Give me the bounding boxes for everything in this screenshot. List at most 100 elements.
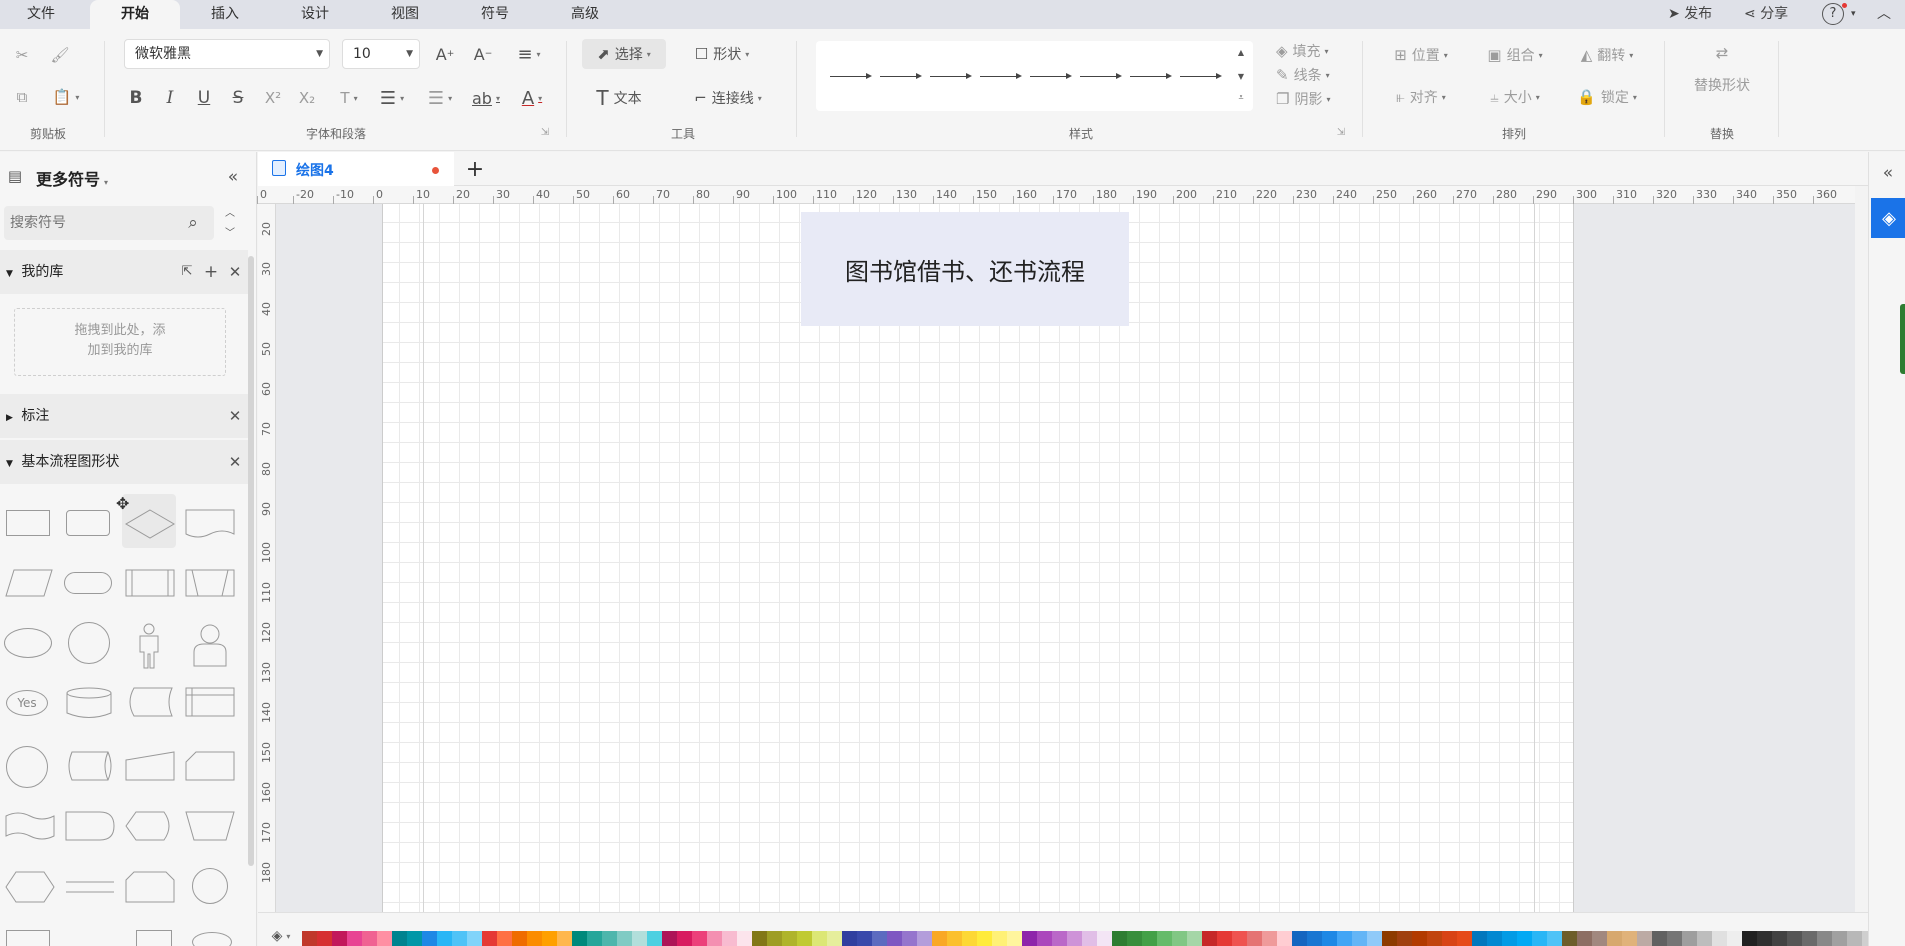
color-swatch[interactable]: [1322, 931, 1337, 946]
shape-person[interactable]: [190, 622, 230, 670]
color-swatch[interactable]: [977, 931, 992, 946]
color-swatch[interactable]: [1397, 931, 1412, 946]
color-swatch[interactable]: [842, 931, 857, 946]
expand-panel-icon[interactable]: «: [1877, 162, 1899, 184]
color-swatch[interactable]: [707, 931, 722, 946]
color-swatch[interactable]: [362, 931, 377, 946]
color-swatch[interactable]: [1022, 931, 1037, 946]
color-swatch[interactable]: [1832, 931, 1847, 946]
close-icon[interactable]: ✕: [226, 262, 244, 282]
color-swatch[interactable]: [1697, 931, 1712, 946]
title-shape[interactable]: 图书馆借书、还书流程: [801, 212, 1129, 326]
color-swatch[interactable]: [812, 931, 827, 946]
shape-note-row[interactable]: [136, 930, 172, 946]
color-swatch[interactable]: [1442, 931, 1457, 946]
color-swatch[interactable]: [827, 931, 842, 946]
underline-icon[interactable]: U: [192, 85, 216, 111]
color-swatch[interactable]: [557, 931, 572, 946]
color-swatch[interactable]: [647, 931, 662, 946]
shape-decision[interactable]: [124, 508, 176, 540]
shape-punched-tape[interactable]: [4, 810, 56, 842]
color-swatch[interactable]: [1577, 931, 1592, 946]
size-button[interactable]: ⫨ 大小 ▾: [1478, 85, 1552, 109]
arrow-style-5[interactable]: [1030, 73, 1072, 79]
color-swatch[interactable]: [767, 931, 782, 946]
color-swatch[interactable]: [752, 931, 767, 946]
font-family-select[interactable]: 微软雅黑 ▼: [124, 39, 330, 69]
font-size-select[interactable]: 10 ▼: [342, 39, 420, 69]
color-swatch[interactable]: [1382, 931, 1397, 946]
align-button[interactable]: ⫦ 对齐 ▾: [1384, 85, 1458, 109]
subscript-icon[interactable]: X₂: [294, 85, 320, 111]
color-swatch[interactable]: [587, 931, 602, 946]
annotation-header[interactable]: ▶ 标注 ✕: [0, 394, 248, 438]
share-button[interactable]: ⋖ 分享: [1744, 0, 1788, 29]
add-icon[interactable]: +: [202, 262, 220, 282]
color-swatch[interactable]: [392, 931, 407, 946]
select-tool-button[interactable]: ⬈ 选择 ▾: [582, 39, 666, 69]
color-swatch[interactable]: [332, 931, 347, 946]
color-swatch[interactable]: [407, 931, 422, 946]
color-swatch[interactable]: [1502, 931, 1517, 946]
color-swatch[interactable]: [467, 931, 482, 946]
shape-direct-data[interactable]: [64, 750, 116, 782]
color-swatch[interactable]: [1817, 931, 1832, 946]
color-swatch[interactable]: [452, 931, 467, 946]
color-swatch[interactable]: [932, 931, 947, 946]
color-swatch[interactable]: [992, 931, 1007, 946]
fill-bucket-icon[interactable]: ◈ ▾: [268, 927, 294, 945]
color-swatch[interactable]: [1262, 931, 1277, 946]
search-input[interactable]: [4, 206, 180, 240]
color-swatch[interactable]: [1127, 931, 1142, 946]
shape-database[interactable]: [64, 686, 114, 720]
shape-data[interactable]: [4, 568, 54, 598]
color-swatch[interactable]: [782, 931, 797, 946]
shape-summing-junction[interactable]: [192, 868, 228, 904]
lock-button[interactable]: 🔒 锁定 ▾: [1570, 85, 1644, 109]
gallery-down-icon[interactable]: ▼: [1234, 69, 1248, 83]
color-swatch[interactable]: [302, 931, 317, 946]
menu-tab-insert[interactable]: 插入: [194, 0, 256, 29]
shape-tool-button[interactable]: ☐ 形状 ▾: [682, 39, 762, 69]
shape-circle[interactable]: [68, 622, 110, 664]
publish-button[interactable]: ➤ 发布: [1668, 0, 1712, 29]
color-swatch[interactable]: [887, 931, 902, 946]
align-icon[interactable]: ≡ ▾: [510, 41, 548, 67]
color-swatch[interactable]: [317, 931, 332, 946]
color-swatch[interactable]: [1232, 931, 1247, 946]
gallery-up-icon[interactable]: ▲: [1234, 45, 1248, 59]
color-swatch[interactable]: [1562, 931, 1577, 946]
collapse-ribbon-icon[interactable]: ︿: [1877, 0, 1891, 29]
color-swatch[interactable]: [1217, 931, 1232, 946]
menu-tab-symbol[interactable]: 符号: [464, 0, 526, 29]
color-swatch[interactable]: [1247, 931, 1262, 946]
shape-partial-row[interactable]: [6, 930, 50, 946]
color-swatch[interactable]: [1742, 931, 1757, 946]
sidebar-scrollbar[interactable]: [248, 256, 254, 866]
color-swatch[interactable]: [1682, 931, 1697, 946]
color-swatch[interactable]: [602, 931, 617, 946]
search-icon[interactable]: ⌕: [182, 212, 204, 234]
shape-stored-data[interactable]: [124, 686, 176, 718]
shape-document[interactable]: [184, 508, 236, 540]
color-swatch[interactable]: [947, 931, 962, 946]
shadow-button[interactable]: ❐ 阴影 ▾: [1276, 89, 1346, 109]
new-tab-icon[interactable]: +: [462, 156, 488, 182]
color-swatch[interactable]: [1667, 931, 1682, 946]
close-icon[interactable]: ✕: [226, 452, 244, 472]
format-painter-icon[interactable]: 🖌: [48, 43, 72, 67]
basic-flow-header[interactable]: ▼ 基本流程图形状 ✕: [0, 440, 248, 484]
library-drop-zone[interactable]: 拖拽到此处，添 加到我的库: [14, 308, 226, 376]
color-swatch[interactable]: [1457, 931, 1472, 946]
color-swatch[interactable]: [797, 931, 812, 946]
color-swatch[interactable]: [542, 931, 557, 946]
color-swatch[interactable]: [1307, 931, 1322, 946]
color-swatch[interactable]: [1547, 931, 1562, 946]
color-swatch[interactable]: [1772, 931, 1787, 946]
arrow-style-6[interactable]: [1080, 73, 1122, 79]
group-button[interactable]: ▣ 组合 ▾: [1478, 43, 1552, 67]
copy-icon[interactable]: ⧉: [10, 85, 34, 109]
color-swatch[interactable]: [737, 931, 752, 946]
color-swatch[interactable]: [872, 931, 887, 946]
color-swatch[interactable]: [962, 931, 977, 946]
